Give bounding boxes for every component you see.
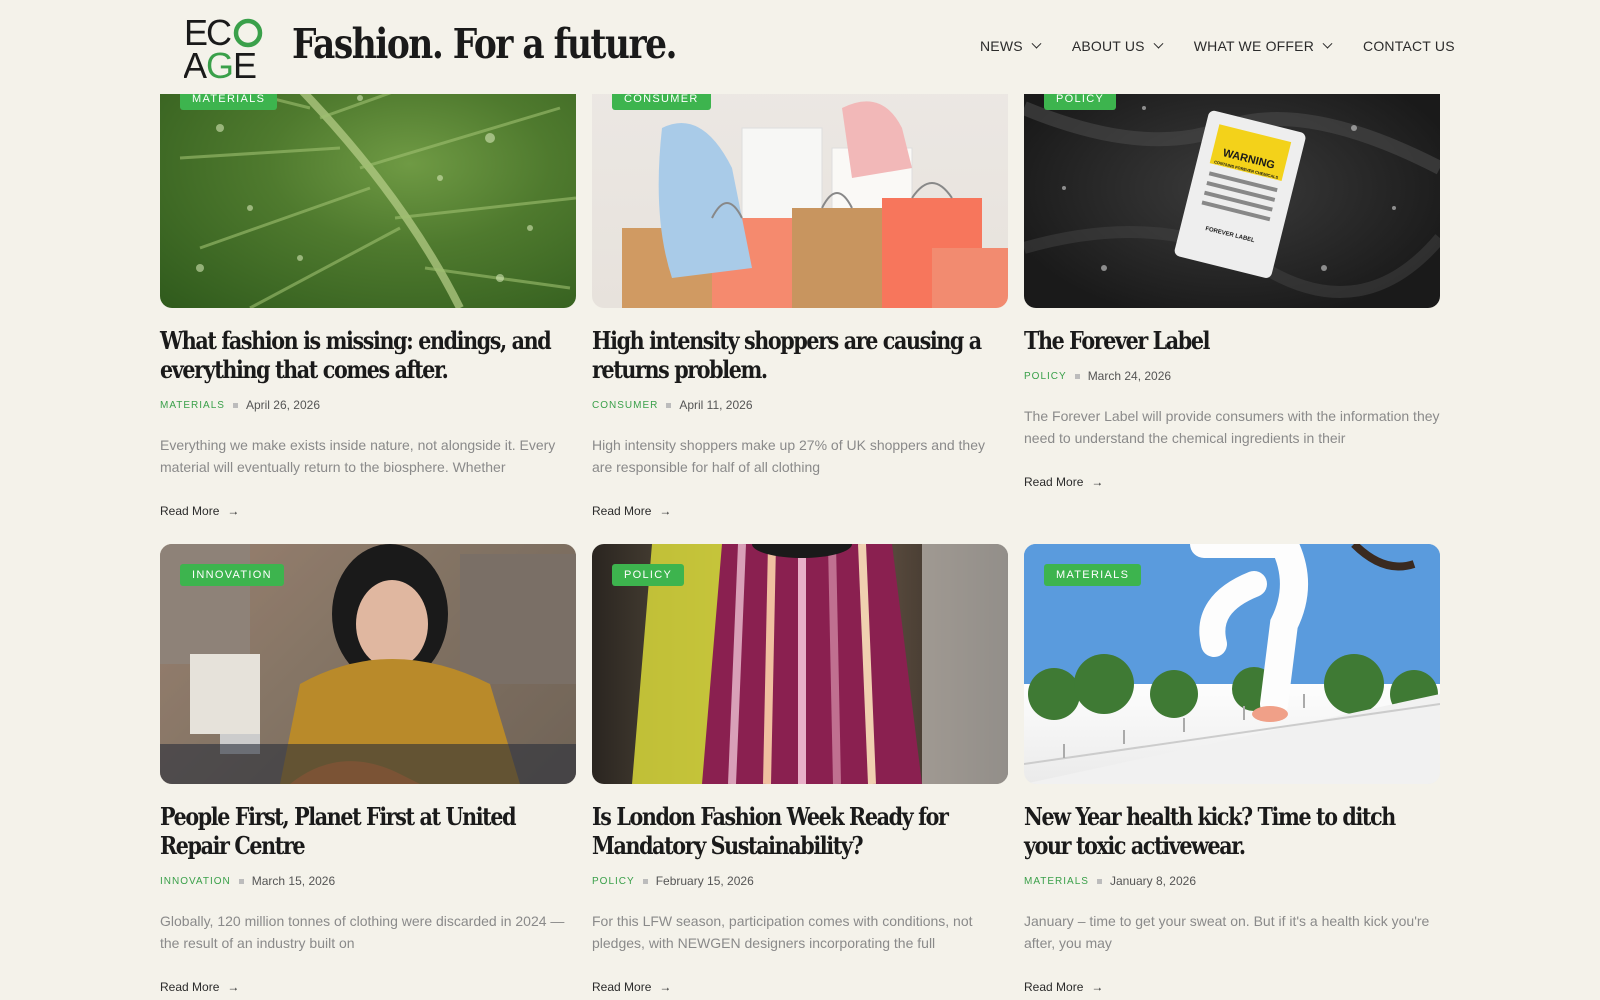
article-card[interactable]: POLICY WARNING CONTAINS FOREVER CHEMICAL… [1024, 68, 1440, 489]
article-card[interactable]: POLICY Is London Fashion Week Ready for … [592, 544, 1008, 994]
article-date: March 24, 2026 [1087, 369, 1172, 383]
read-more-label: Read More [160, 504, 220, 518]
article-title[interactable]: People First, Planet First at United Rep… [160, 802, 573, 860]
article-date: March 15, 2026 [251, 874, 336, 888]
nav-offer-label: WHAT WE OFFER [1193, 38, 1315, 54]
eco-age-logo[interactable]: EC A G E [183, 12, 264, 86]
nav-news-label: NEWS [980, 38, 1023, 54]
article-excerpt: Everything we make exists inside nature,… [160, 437, 556, 475]
runway-model-image[interactable]: POLICY [592, 544, 1008, 784]
nav-contact-label: CONTACT US [1363, 38, 1455, 54]
article-card[interactable]: MATERIALS What fashion is missing: endin… [160, 68, 576, 518]
chevron-down-icon [1031, 38, 1042, 49]
separator-dot [1074, 373, 1080, 379]
article-category[interactable]: MATERIALS [1024, 876, 1089, 887]
leaf-image[interactable]: MATERIALS [160, 68, 576, 308]
arrow-right-icon: → [659, 504, 672, 518]
article-category[interactable]: POLICY [1024, 371, 1067, 382]
separator-dot [1096, 878, 1102, 884]
read-more-link[interactable]: Read More → [592, 504, 1008, 518]
article-title[interactable]: New Year health kick? Time to ditch your… [1024, 802, 1437, 860]
category-badge[interactable]: MATERIALS [1044, 564, 1142, 586]
arrow-right-icon: → [227, 980, 240, 994]
logo-mark: EC A G E [183, 12, 263, 86]
article-category[interactable]: CONSUMER [592, 400, 658, 411]
article-card[interactable]: INNOVATION People First, Planet First at… [160, 544, 576, 994]
main-nav: NEWS ABOUT US WHAT WE OFFER CONTACT US [980, 38, 1487, 54]
read-more-label: Read More [1024, 475, 1084, 489]
separator-dot [666, 402, 672, 408]
category-badge[interactable]: INNOVATION [180, 564, 284, 586]
sewing-worker-image[interactable]: INNOVATION [160, 544, 576, 784]
article-card[interactable]: MATERIALS New Year health kick? Time to … [1024, 544, 1440, 994]
chevron-down-icon [1322, 38, 1333, 49]
article-meta: POLICY March 24, 2026 [1024, 369, 1440, 383]
nav-what-we-offer[interactable]: WHAT WE OFFER [1193, 38, 1333, 54]
article-card[interactable]: CONSUMER High intensity shoppers are cau… [592, 68, 1008, 518]
read-more-link[interactable]: Read More → [1024, 475, 1440, 489]
article-excerpt: Globally, 120 million tonnes of clothing… [160, 913, 565, 951]
article-excerpt: January – time to get your sweat on. But… [1024, 913, 1430, 951]
chevron-down-icon [1153, 38, 1164, 49]
read-more-label: Read More [592, 504, 652, 518]
warning-label-image[interactable]: POLICY WARNING CONTAINS FOREVER CHEMICAL… [1024, 68, 1440, 308]
site-header: EC A G E Fashion. For a future. NEWS ABO… [0, 0, 1600, 94]
article-meta: MATERIALS April 26, 2026 [160, 398, 576, 412]
separator-dot [642, 878, 648, 884]
article-excerpt: For this LFW season, participation comes… [592, 913, 973, 951]
article-meta: MATERIALS January 8, 2026 [1024, 874, 1440, 888]
nav-news[interactable]: NEWS [980, 38, 1042, 54]
read-more-link[interactable]: Read More → [160, 980, 576, 994]
nav-about-us[interactable]: ABOUT US [1071, 38, 1164, 54]
shopping-bags-image[interactable]: CONSUMER [592, 68, 1008, 308]
runner-image[interactable]: MATERIALS [1024, 544, 1440, 784]
arrow-right-icon: → [1091, 475, 1104, 489]
separator-dot [232, 402, 238, 408]
arrow-right-icon: → [659, 980, 672, 994]
arrow-right-icon: → [227, 504, 240, 518]
site-tagline: Fashion. For a future. [292, 20, 677, 68]
article-title[interactable]: What fashion is missing: endings, and ev… [160, 326, 573, 384]
read-more-link[interactable]: Read More → [592, 980, 1008, 994]
article-title[interactable]: High intensity shoppers are causing a re… [592, 326, 1005, 384]
arrow-right-icon: → [1091, 980, 1104, 994]
read-more-label: Read More [160, 980, 220, 994]
separator-dot [238, 878, 244, 884]
nav-contact-us[interactable]: CONTACT US [1363, 38, 1455, 54]
nav-about-label: ABOUT US [1071, 38, 1145, 54]
article-date: January 8, 2026 [1109, 874, 1196, 888]
read-more-label: Read More [592, 980, 652, 994]
svg-text:G: G [206, 45, 232, 80]
article-date: April 26, 2026 [245, 398, 320, 412]
read-more-link[interactable]: Read More → [1024, 980, 1440, 994]
article-date: February 15, 2026 [655, 874, 754, 888]
article-meta: POLICY February 15, 2026 [592, 874, 1008, 888]
svg-text:A: A [184, 45, 207, 80]
article-meta: INNOVATION March 15, 2026 [160, 874, 576, 888]
article-category[interactable]: INNOVATION [160, 876, 231, 887]
article-date: April 11, 2026 [679, 398, 753, 412]
category-badge[interactable]: POLICY [612, 564, 685, 586]
article-excerpt: High intensity shoppers make up 27% of U… [592, 437, 986, 475]
read-more-link[interactable]: Read More → [160, 504, 576, 518]
article-title[interactable]: Is London Fashion Week Ready for Mandato… [592, 802, 1005, 860]
article-category[interactable]: POLICY [592, 876, 635, 887]
article-meta: CONSUMER April 11, 2026 [592, 398, 1008, 412]
article-title[interactable]: The Forever Label [1024, 326, 1437, 355]
read-more-label: Read More [1024, 980, 1084, 994]
article-excerpt: The Forever Label will provide consumers… [1024, 408, 1440, 446]
svg-text:E: E [233, 45, 256, 80]
article-category[interactable]: MATERIALS [160, 400, 225, 411]
